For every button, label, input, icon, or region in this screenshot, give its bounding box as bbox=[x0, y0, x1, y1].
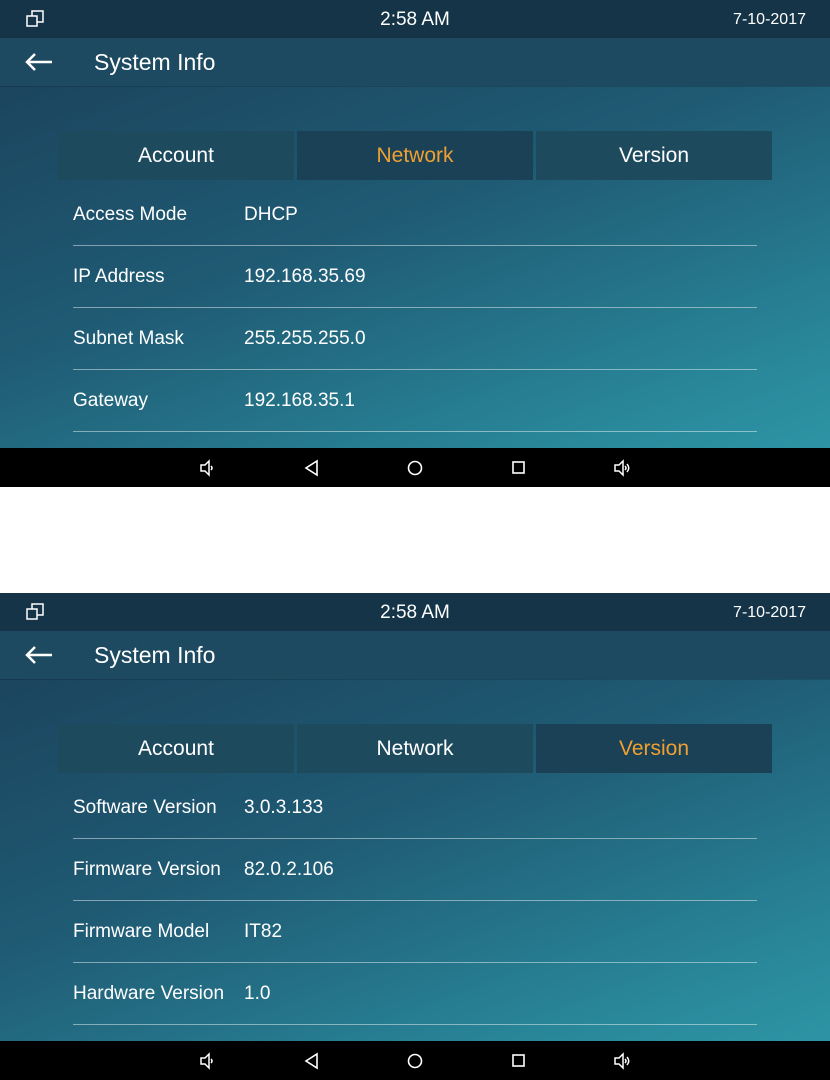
info-label: Gateway bbox=[73, 390, 148, 411]
volume-down-icon[interactable] bbox=[197, 1051, 217, 1071]
info-value: 192.168.35.69 bbox=[244, 266, 366, 287]
info-value: 255.255.255.0 bbox=[244, 328, 366, 349]
tab-version[interactable]: Version bbox=[536, 724, 772, 773]
screen-version: 2:58 AM 7-10-2017 System Info Account Ne… bbox=[0, 593, 830, 1080]
info-row-access-mode: Access Mode DHCP bbox=[73, 184, 757, 246]
info-label: Firmware Version bbox=[73, 859, 221, 880]
tab-network[interactable]: Network bbox=[297, 131, 533, 180]
volume-up-icon[interactable] bbox=[613, 1051, 633, 1071]
info-label: Hardware Version bbox=[73, 983, 225, 1004]
info-row-software-version: Software Version 3.0.3.133 bbox=[73, 777, 757, 839]
nav-bar bbox=[0, 448, 830, 487]
tab-bar: Account Network Version bbox=[58, 131, 772, 180]
info-value: 1.0 bbox=[244, 983, 271, 1004]
info-label: Software Version bbox=[73, 797, 217, 818]
status-time: 2:58 AM bbox=[380, 602, 450, 623]
info-row-firmware-model: Firmware Model IT82 bbox=[73, 901, 757, 963]
tab-bar: Account Network Version bbox=[58, 724, 772, 773]
tab-version[interactable]: Version bbox=[536, 131, 772, 180]
info-row-hardware-version: Hardware Version 1.0 bbox=[73, 963, 757, 1025]
info-value: 82.0.2.106 bbox=[244, 859, 334, 880]
nav-bar bbox=[0, 1041, 830, 1080]
info-row-gateway: Gateway 192.168.35.1 bbox=[73, 370, 757, 432]
back-arrow-icon[interactable] bbox=[22, 639, 56, 671]
status-bar: 2:58 AM 7-10-2017 bbox=[0, 0, 830, 38]
info-label: Firmware Model bbox=[73, 921, 210, 942]
info-list: Software Version 3.0.3.133 Firmware Vers… bbox=[73, 777, 757, 1025]
volume-down-icon[interactable] bbox=[197, 458, 217, 478]
back-triangle-icon[interactable] bbox=[302, 1051, 322, 1071]
status-time: 2:58 AM bbox=[380, 9, 450, 30]
info-value: 3.0.3.133 bbox=[244, 797, 324, 818]
info-value: DHCP bbox=[244, 204, 298, 225]
recents-square-icon[interactable] bbox=[509, 458, 529, 478]
app-bar: System Info bbox=[0, 631, 830, 679]
screen-network: 2:58 AM 7-10-2017 System Info Account Ne… bbox=[0, 0, 830, 487]
info-value: IT82 bbox=[244, 921, 283, 942]
tab-account[interactable]: Account bbox=[58, 131, 294, 180]
home-circle-icon[interactable] bbox=[405, 458, 425, 478]
info-row-subnet-mask: Subnet Mask 255.255.255.0 bbox=[73, 308, 757, 370]
info-row-ip-address: IP Address 192.168.35.69 bbox=[73, 246, 757, 308]
page-title: System Info bbox=[94, 642, 216, 668]
info-label: IP Address bbox=[73, 266, 165, 287]
back-arrow-icon[interactable] bbox=[22, 46, 56, 78]
back-triangle-icon[interactable] bbox=[302, 458, 322, 478]
info-label: Subnet Mask bbox=[73, 328, 184, 349]
app-bar: System Info bbox=[0, 38, 830, 86]
page-title: System Info bbox=[94, 49, 216, 75]
info-row-firmware-version: Firmware Version 82.0.2.106 bbox=[73, 839, 757, 901]
tab-network[interactable]: Network bbox=[297, 724, 533, 773]
info-value: 192.168.35.1 bbox=[244, 390, 355, 411]
volume-up-icon[interactable] bbox=[613, 458, 633, 478]
info-list: Access Mode DHCP IP Address 192.168.35.6… bbox=[73, 184, 757, 432]
home-circle-icon[interactable] bbox=[405, 1051, 425, 1071]
status-date: 7-10-2017 bbox=[733, 604, 806, 621]
status-date: 7-10-2017 bbox=[733, 11, 806, 28]
info-label: Access Mode bbox=[73, 204, 188, 225]
recents-square-icon[interactable] bbox=[509, 1051, 529, 1071]
tab-account[interactable]: Account bbox=[58, 724, 294, 773]
status-bar: 2:58 AM 7-10-2017 bbox=[0, 593, 830, 631]
